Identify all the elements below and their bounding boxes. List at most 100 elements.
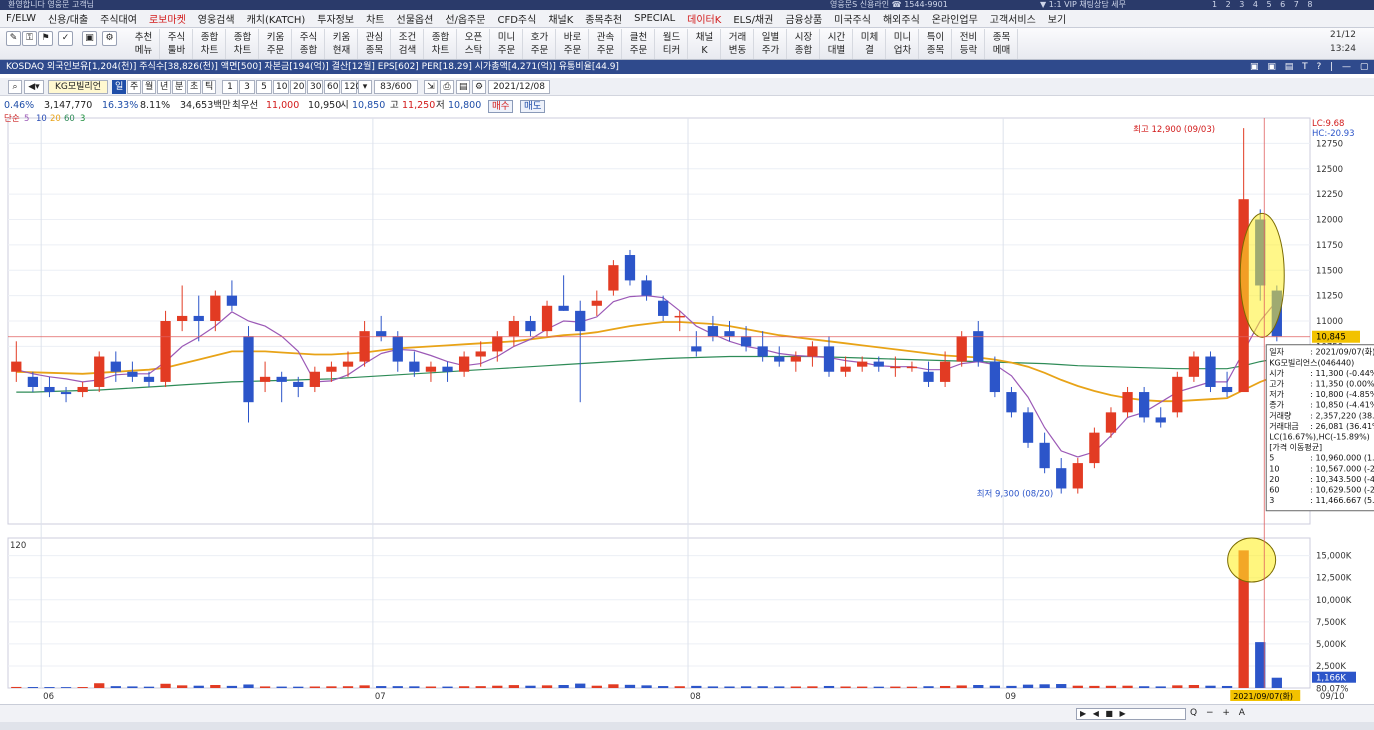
candle-body[interactable] bbox=[44, 386, 55, 393]
screen-numbers[interactable]: 1 2 3 4 5 6 7 8 bbox=[1212, 0, 1316, 10]
flag-icon[interactable]: ⚑ bbox=[38, 31, 53, 46]
candle-body[interactable] bbox=[342, 361, 354, 367]
toolbar-button[interactable]: 호가 주문 bbox=[524, 29, 556, 59]
candle-body[interactable] bbox=[1072, 463, 1083, 489]
candle-body[interactable] bbox=[508, 321, 520, 337]
candle-body[interactable] bbox=[127, 371, 138, 377]
period-button[interactable]: 년 bbox=[157, 80, 171, 94]
menu-item[interactable]: 미국주식 bbox=[828, 11, 877, 26]
volume-bar[interactable] bbox=[1172, 685, 1183, 688]
candle-body[interactable] bbox=[1188, 356, 1200, 377]
menu-item[interactable]: 캐치(KATCH) bbox=[241, 11, 312, 26]
menu-item[interactable]: 데이터K bbox=[681, 11, 727, 26]
volume-bar[interactable] bbox=[707, 686, 719, 688]
candle-body[interactable] bbox=[210, 295, 221, 321]
candle-body[interactable] bbox=[1022, 412, 1034, 443]
toolbar-button[interactable]: 종목 메매 bbox=[986, 29, 1018, 59]
toolbar-button[interactable]: 종합 차트 bbox=[194, 29, 226, 59]
menu-item[interactable]: 주식대여 bbox=[94, 11, 143, 26]
volume-bar[interactable] bbox=[293, 686, 304, 688]
volume-bar[interactable] bbox=[442, 686, 453, 688]
toolbar-button[interactable]: 특이 종목 bbox=[920, 29, 952, 59]
volume-bar[interactable] bbox=[890, 686, 901, 688]
interval-dropdown-icon[interactable]: ▾ bbox=[358, 80, 372, 94]
menu-item[interactable]: 선/옵주문 bbox=[439, 11, 491, 26]
candle-body[interactable] bbox=[1172, 376, 1183, 413]
chart-scroll-controls[interactable]: ▶ ◀ ■ ▶ bbox=[1076, 708, 1186, 720]
settings-icon[interactable]: ⚙ bbox=[472, 80, 486, 94]
toolbar-button[interactable]: 바로 주문 bbox=[557, 29, 589, 59]
candle-body[interactable] bbox=[392, 336, 403, 362]
volume-bar[interactable] bbox=[77, 687, 88, 688]
candle-body[interactable] bbox=[492, 336, 503, 352]
candle-body[interactable] bbox=[1105, 412, 1117, 433]
candle-body[interactable] bbox=[243, 336, 254, 403]
volume-bar[interactable] bbox=[60, 687, 72, 688]
menu-item[interactable]: 온라인업무 bbox=[926, 11, 984, 26]
volume-bar[interactable] bbox=[160, 683, 171, 688]
candle-body[interactable] bbox=[94, 356, 105, 387]
volume-bar[interactable] bbox=[691, 685, 702, 688]
toolbar-button[interactable]: 미니 주문 bbox=[491, 29, 523, 59]
interval-button[interactable]: 5 bbox=[256, 80, 272, 94]
menu-item[interactable]: 채널K bbox=[542, 11, 579, 26]
candle-body[interactable] bbox=[807, 346, 818, 357]
volume-bar[interactable] bbox=[27, 687, 39, 688]
volume-bar[interactable] bbox=[1089, 685, 1100, 688]
candle-body[interactable] bbox=[1089, 432, 1100, 464]
volume-bar[interactable] bbox=[127, 686, 138, 688]
candle-body[interactable] bbox=[60, 392, 72, 395]
candle-body[interactable] bbox=[276, 376, 287, 382]
volume-bar[interactable] bbox=[1072, 685, 1083, 688]
candle-body[interactable] bbox=[27, 376, 39, 387]
volume-bar[interactable] bbox=[1255, 642, 1266, 688]
candle-body[interactable] bbox=[226, 295, 238, 306]
volume-bar[interactable] bbox=[508, 685, 520, 688]
lock-icon[interactable]: ⚿ bbox=[22, 31, 37, 46]
candle-body[interactable] bbox=[160, 321, 171, 382]
candle-body[interactable] bbox=[923, 371, 934, 382]
volume-bar[interactable] bbox=[475, 686, 486, 688]
volume-bar[interactable] bbox=[956, 685, 967, 688]
volume-bar[interactable] bbox=[608, 684, 619, 688]
volume-bar[interactable] bbox=[243, 684, 254, 688]
volume-bar[interactable] bbox=[1188, 685, 1200, 688]
volume-bar[interactable] bbox=[342, 686, 354, 688]
toolbar-button[interactable]: 미체 결 bbox=[854, 29, 886, 59]
volume-bar[interactable] bbox=[624, 684, 636, 688]
volume-bar[interactable] bbox=[857, 686, 868, 688]
volume-bar[interactable] bbox=[973, 685, 984, 688]
volume-bar[interactable] bbox=[193, 685, 204, 688]
candle-body[interactable] bbox=[376, 331, 387, 337]
volume-bar[interactable] bbox=[409, 686, 420, 688]
candle-body[interactable] bbox=[973, 331, 984, 362]
period-button[interactable]: 틱 bbox=[202, 80, 216, 94]
prev-stock-button[interactable]: ◀▾ bbox=[24, 80, 44, 94]
candle-body[interactable] bbox=[475, 351, 486, 357]
volume-bar[interactable] bbox=[591, 685, 602, 688]
candle-body[interactable] bbox=[1205, 356, 1216, 387]
stock-code-input[interactable]: KG모빌리언 bbox=[48, 80, 108, 94]
volume-bar[interactable] bbox=[1056, 684, 1067, 688]
toolbar-button[interactable]: 주식 툴바 bbox=[161, 29, 193, 59]
candle-body[interactable] bbox=[259, 376, 271, 382]
toolbar-button[interactable]: 거래 변동 bbox=[722, 29, 754, 59]
menu-item[interactable]: 금융상품 bbox=[779, 11, 828, 26]
chart-canvas[interactable]: 12750 12500 12250 12000 11750 11500 11250 11000… bbox=[0, 114, 1374, 708]
candle-body[interactable] bbox=[143, 376, 155, 382]
candle-body[interactable] bbox=[774, 356, 785, 362]
toolbar-button[interactable]: 키움 현재 bbox=[326, 29, 358, 59]
toolbar-button[interactable]: 종합 차트 bbox=[227, 29, 259, 59]
toolbar-button[interactable]: 주식 종합 bbox=[293, 29, 325, 59]
candle-body[interactable] bbox=[757, 346, 768, 357]
toolbar-button[interactable]: 관속 주문 bbox=[590, 29, 622, 59]
toolbar-button[interactable]: 종합 차트 bbox=[425, 29, 457, 59]
volume-bar[interactable] bbox=[1138, 686, 1150, 688]
menu-item[interactable]: 고객서비스 bbox=[984, 11, 1042, 26]
volume-bar[interactable] bbox=[94, 683, 105, 688]
menu-item[interactable]: F/ELW bbox=[0, 13, 42, 24]
candle-body[interactable] bbox=[442, 366, 453, 372]
candle-body[interactable] bbox=[1056, 468, 1067, 489]
volume-bar[interactable] bbox=[226, 685, 238, 688]
volume-bar[interactable] bbox=[757, 686, 768, 688]
